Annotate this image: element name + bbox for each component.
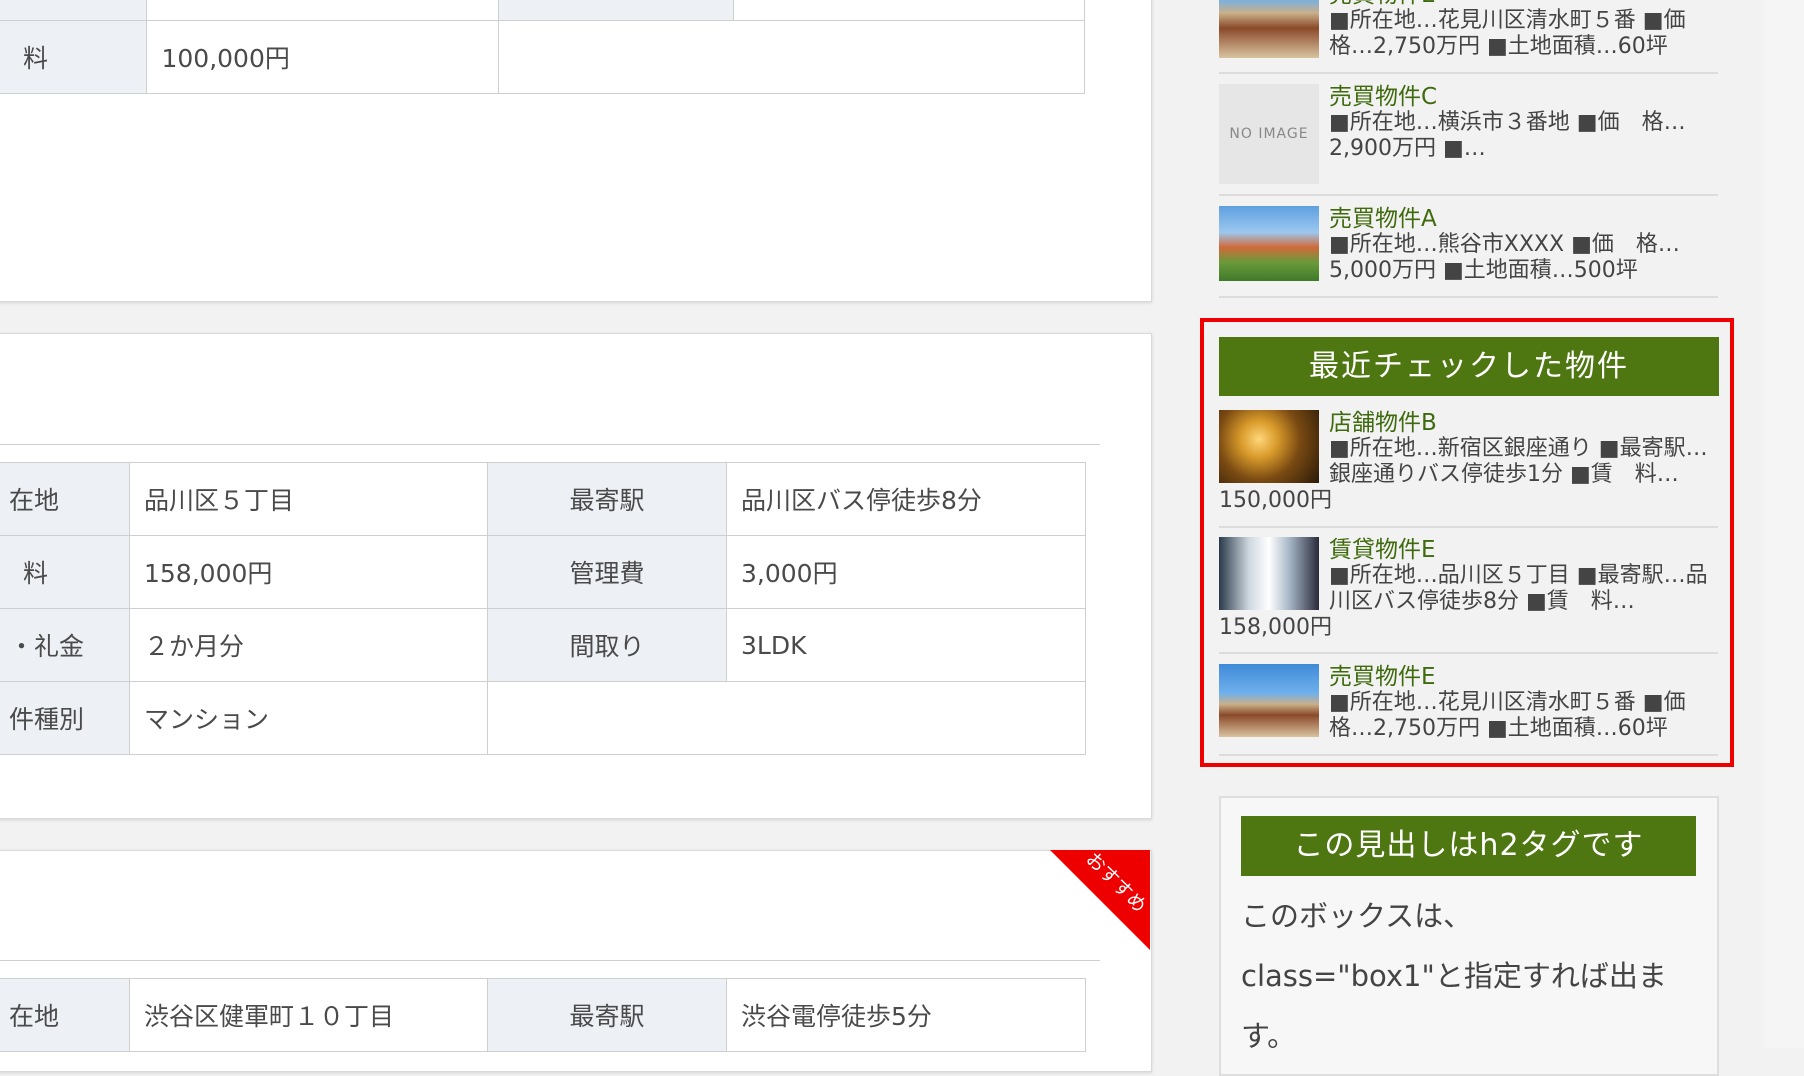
property-link[interactable]: 売買物件A <box>1329 206 1437 232</box>
card-divider <box>0 960 1100 961</box>
property-summary: 2,900万円 ■… <box>1329 136 1486 161</box>
property-summary: 格…2,750万円 ■土地面積…60坪 <box>1329 716 1668 741</box>
property-thumbnail[interactable] <box>1219 664 1319 737</box>
property-summary: 150,000円 <box>1219 488 1332 513</box>
spec-label: 料 <box>0 535 130 609</box>
info-box-line: class="box1"と指定すれば出ま <box>1241 959 1667 993</box>
property-summary: ■所在地…花見川区清水町５番 ■価 <box>1329 690 1686 715</box>
property-summary: 5,000万円 ■土地面積…500坪 <box>1329 258 1638 283</box>
spec-empty-cell <box>487 681 1086 755</box>
property-spec-table: 在地 品川区５丁目 最寄駅 品川区バス停徒歩8分 料 158,000円 管理費 … <box>0 462 1086 755</box>
spec-empty-cell <box>497 20 1086 94</box>
property-summary: ■所在地…品川区５丁目 ■最寄駅…品 <box>1329 563 1708 588</box>
spec-value: マンション <box>129 681 488 755</box>
property-summary: 158,000円 <box>1219 615 1332 640</box>
page-right-gutter <box>1764 0 1804 1048</box>
spec-label <box>497 0 734 21</box>
spec-label: 料 <box>0 20 148 94</box>
spec-label: 最寄駅 <box>487 462 727 536</box>
spec-label: 管理費 <box>487 535 727 609</box>
info-box-line: このボックスは、 <box>1241 899 1473 933</box>
property-thumbnail[interactable] <box>1219 206 1319 281</box>
spec-value: ２か月分 <box>129 608 488 682</box>
property-summary: ■所在地…花見川区清水町５番 ■価 <box>1329 8 1686 33</box>
spec-value: 158,000円 <box>129 535 488 609</box>
property-spec-table: 料 100,000円 <box>0 0 1086 94</box>
card-divider <box>0 444 1100 445</box>
property-link[interactable]: 売買物件E <box>1329 664 1436 690</box>
property-thumbnail[interactable] <box>1219 0 1319 58</box>
spec-label: 件種別 <box>0 681 130 755</box>
spec-value: 品川区５丁目 <box>129 462 488 536</box>
spec-value: 渋谷電停徒歩5分 <box>726 978 1086 1052</box>
spec-label: 間取り <box>487 608 727 682</box>
no-image-thumbnail[interactable]: NO IMAGE <box>1219 84 1319 184</box>
property-summary: 格…2,750万円 ■土地面積…60坪 <box>1329 34 1668 59</box>
recent-widget-heading: 最近チェックした物件 <box>1219 337 1719 396</box>
property-summary: ■所在地…熊谷市XXXX ■価 格… <box>1329 232 1680 257</box>
property-thumbnail[interactable] <box>1219 537 1319 610</box>
property-link[interactable]: 売買物件C <box>1329 84 1437 110</box>
spec-label: 在地 <box>0 462 130 536</box>
spec-value <box>732 0 1086 21</box>
property-summary: 銀座通りバス停徒歩1分 ■賃 料… <box>1329 462 1679 487</box>
spec-value: 3,000円 <box>726 535 1086 609</box>
property-summary: ■所在地…新宿区銀座通り ■最寄駅… <box>1329 436 1708 461</box>
info-box-line: す。 <box>1241 1019 1297 1053</box>
info-box-heading: この見出しはh2タグです <box>1241 816 1696 876</box>
property-summary: ■所在地…横浜市３番地 ■価 格… <box>1329 110 1686 135</box>
spec-value: 3LDK <box>726 608 1086 682</box>
info-box-text: このボックスは、 class="box1"と指定すれば出ま す。 <box>1241 886 1696 1066</box>
spec-label <box>0 0 148 21</box>
spec-value: 渋谷区健軍町１０丁目 <box>129 978 488 1052</box>
property-link[interactable]: 店舗物件B <box>1329 410 1437 436</box>
property-link[interactable]: 売買物件E <box>1329 0 1436 8</box>
spec-value: 100,000円 <box>146 20 499 94</box>
spec-label: 在地 <box>0 978 130 1052</box>
spec-label: ・礼金 <box>0 608 130 682</box>
property-spec-table: 在地 渋谷区健軍町１０丁目 最寄駅 渋谷電停徒歩5分 <box>0 978 1086 1052</box>
property-summary: 川区バス停徒歩8分 ■賃 料… <box>1329 589 1635 614</box>
property-thumbnail[interactable] <box>1219 410 1319 483</box>
spec-label: 最寄駅 <box>487 978 727 1052</box>
spec-value <box>146 0 499 21</box>
property-link[interactable]: 賃貸物件E <box>1329 537 1436 563</box>
spec-value: 品川区バス停徒歩8分 <box>726 462 1086 536</box>
